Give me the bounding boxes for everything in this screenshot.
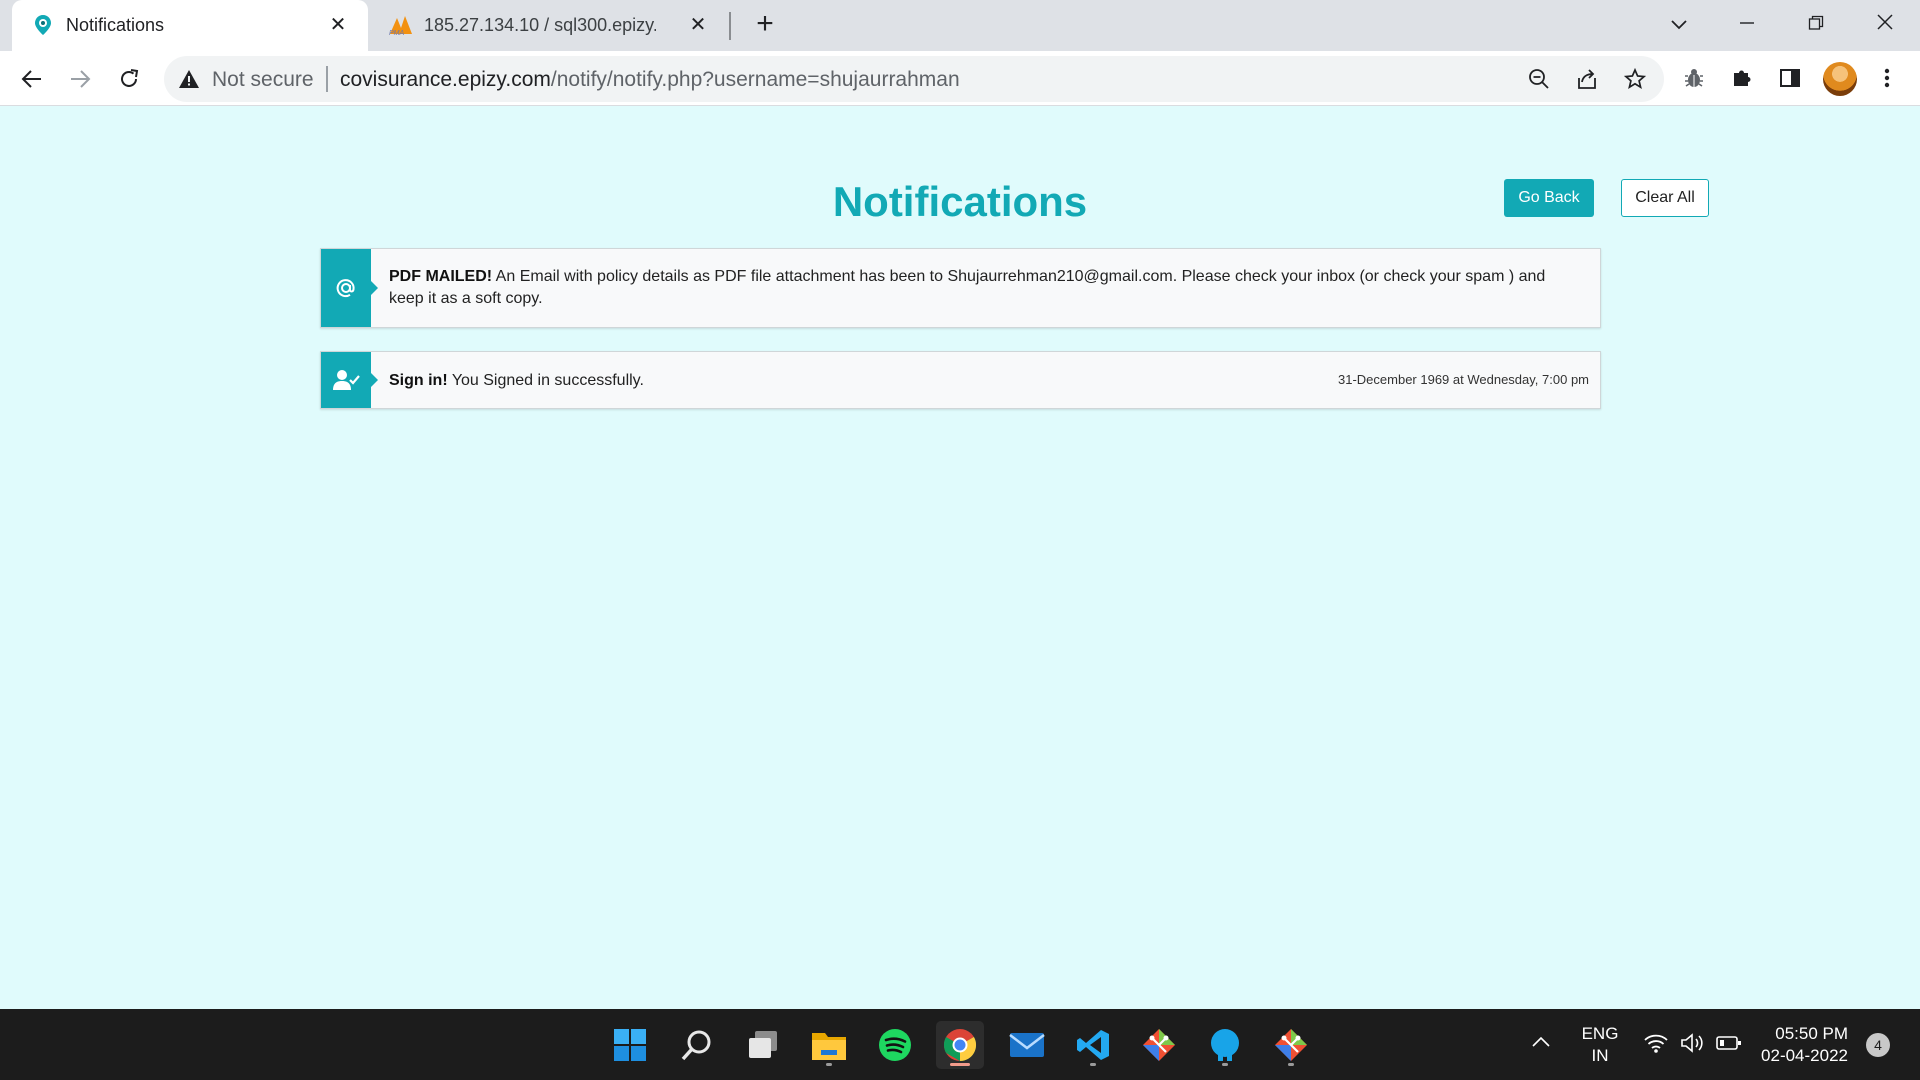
restore-icon[interactable] [1796,8,1836,42]
vscode-icon[interactable] [1069,1021,1117,1069]
minimize-icon[interactable] [1727,8,1767,42]
wifi-icon[interactable] [1644,1033,1668,1058]
reload-icon[interactable] [113,63,145,95]
extensions-puzzle-icon[interactable] [1728,64,1756,92]
page-content: Notifications Go Back Clear All PDF MAIL… [0,106,1920,1009]
tab-notifications[interactable]: Notifications ✕ [12,0,368,51]
show-hidden-icons-chevron-icon[interactable] [1532,1033,1550,1053]
phpmyadmin-icon: PMA [388,14,412,37]
back-arrow-icon[interactable] [16,63,48,95]
running-indicator [1222,1063,1228,1066]
go-back-button[interactable]: Go Back [1504,179,1594,217]
spotify-icon[interactable] [871,1021,919,1069]
task-view-icon[interactable] [739,1021,787,1069]
search-icon[interactable] [673,1021,721,1069]
side-panel-icon[interactable] [1776,64,1804,92]
clock[interactable]: 05:50 PM 02-04-2022 [1758,1023,1848,1067]
close-window-icon[interactable] [1865,8,1905,42]
battery-icon[interactable] [1716,1035,1742,1056]
user-check-icon [321,352,378,408]
volume-icon[interactable] [1680,1033,1706,1058]
tab-separator [729,12,731,40]
chrome-icon[interactable] [936,1021,984,1069]
notification-card-pdf-mailed: PDF MAILED! An Email with policy details… [320,248,1601,328]
notification-text: Sign in! You Signed in successfully. [389,370,1340,392]
clock-time: 05:50 PM [1775,1024,1848,1043]
address-bar[interactable]: Not secure covisurance.epizy.com/notify/… [164,56,1664,102]
clear-all-button[interactable]: Clear All [1621,179,1709,217]
blue-app-icon[interactable] [1201,1021,1249,1069]
forward-arrow-icon[interactable] [64,63,96,95]
tab-title: Notifications [66,15,165,35]
profile-avatar[interactable] [1823,62,1857,96]
active-indicator [950,1063,970,1066]
notification-timestamp: 31-December 1969 at Wednesday, 7:00 pm [1338,372,1589,387]
git-gui-icon[interactable] [1135,1021,1183,1069]
git-gui-icon-2[interactable] [1267,1021,1315,1069]
notification-card-sign-in: Sign in! You Signed in successfully. 31-… [320,351,1601,409]
running-indicator [1288,1063,1294,1066]
file-explorer-icon[interactable] [805,1021,853,1069]
notification-heading: Sign in! [389,372,448,389]
windows-start-icon[interactable] [606,1021,654,1069]
location-pin-icon [32,14,54,36]
close-tab-icon[interactable]: ✕ [686,13,710,37]
browser-toolbar: Not secure covisurance.epizy.com/notify/… [0,51,1920,106]
url-text[interactable]: covisurance.epizy.com/notify/notify.php?… [340,68,960,92]
bug-extension-icon[interactable] [1680,64,1708,92]
language-indicator[interactable]: ENG IN [1580,1023,1620,1067]
running-indicator [1090,1063,1096,1066]
url-path: /notify/notify.php?username=shujaurrahma… [550,68,960,91]
security-label[interactable]: Not secure [212,68,314,92]
url-host: covisurance.epizy.com [340,68,551,91]
running-indicator [826,1063,832,1066]
tab-phpmyadmin[interactable]: PMA 185.27.134.10 / sql300.epizy.com ✕ [372,0,728,51]
language-code: ENG [1581,1024,1619,1043]
tab-title: 185.27.134.10 / sql300.epizy.com [424,15,656,35]
bookmark-star-icon[interactable] [1622,66,1648,92]
close-tab-icon[interactable]: ✕ [326,13,350,37]
more-menu-icon[interactable] [1873,64,1901,92]
notification-message: An Email with policy details as PDF file… [389,268,1546,307]
svg-text:PMA: PMA [389,30,405,36]
mail-icon[interactable] [1003,1021,1051,1069]
share-icon[interactable] [1574,66,1600,92]
notification-heading: PDF MAILED! [389,268,493,285]
omnibox-divider [326,66,328,92]
clock-date: 02-04-2022 [1761,1046,1848,1065]
region-code: IN [1591,1046,1609,1065]
windows-taskbar: ENG IN 05:50 PM 02-04-2022 [0,1009,1920,1080]
notification-message: You Signed in successfully. [447,372,644,389]
tab-search-chevron-icon[interactable] [1659,8,1699,42]
warning-triangle-icon[interactable] [178,68,200,95]
new-tab-button[interactable]: + [750,9,780,40]
notification-count-badge[interactable]: 4 [1866,1033,1890,1057]
tab-strip: Notifications ✕ PMA 185.27.134.10 / sql3… [0,0,1920,51]
at-icon [321,249,378,327]
notification-text: PDF MAILED! An Email with policy details… [389,266,1580,310]
zoom-icon[interactable] [1526,66,1552,92]
